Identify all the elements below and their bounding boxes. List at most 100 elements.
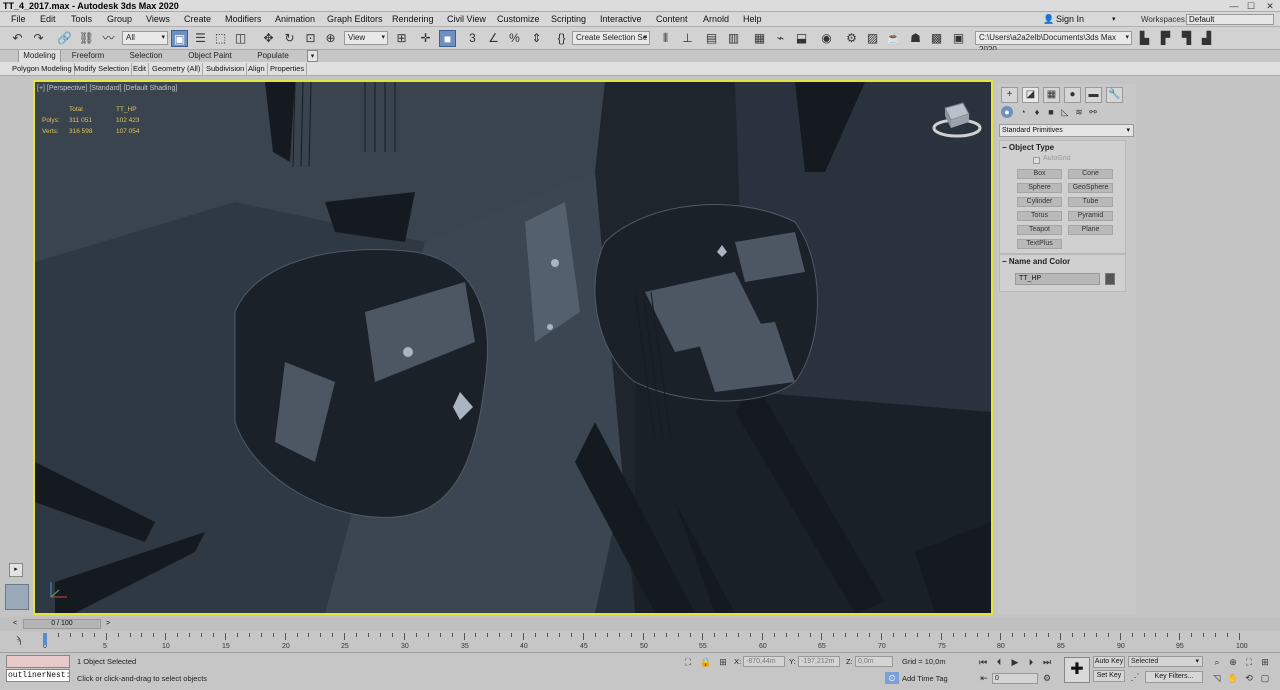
edit-named-selection-icon[interactable]: {} — [553, 30, 570, 47]
time-slider-thumb[interactable]: 0 / 100 — [23, 619, 101, 629]
tab-modeling[interactable]: Modeling — [18, 50, 61, 62]
project-folder-select[interactable]: C:\Users\a2a2elb\Documents\3ds Max 2020▾ — [975, 31, 1132, 54]
reference-coord-select[interactable]: View ▾ — [344, 31, 388, 45]
object-type-title[interactable]: − Object Type — [1002, 142, 1054, 154]
spacewarps-icon[interactable]: ≋ — [1073, 106, 1085, 118]
timeline-ruler[interactable]: 0 5 10 15 20 25 30 35 40 45 50 55 60 65 70 75 80 85 90 95 10… — [43, 633, 1248, 653]
workspace-select[interactable]: Default — [1186, 14, 1274, 25]
goto-end-icon[interactable]: ⏭ — [1040, 656, 1054, 668]
menu-arnold[interactable]: Arnold — [703, 12, 729, 27]
time-config-icon[interactable]: ⚙ — [1040, 672, 1054, 684]
menu-tools[interactable]: Tools — [71, 12, 92, 27]
menu-group[interactable]: Group — [107, 12, 132, 27]
ribbon-edit[interactable]: Edit — [131, 63, 149, 75]
hierarchy-tab-icon[interactable]: ▦ — [1043, 87, 1060, 103]
cylinder-button[interactable]: Cylinder — [1017, 197, 1062, 207]
ribbon-align[interactable]: Align — [246, 63, 268, 75]
render-iterative-icon[interactable]: ☗ — [907, 30, 924, 47]
tube-button[interactable]: Tube — [1068, 197, 1113, 207]
field-of-view-icon[interactable]: ◹ — [1210, 672, 1224, 684]
render-setup-icon[interactable]: ⚙ — [843, 30, 860, 47]
z-coordinate-field[interactable]: 0,0m — [855, 656, 893, 667]
menu-file[interactable]: File — [11, 12, 26, 27]
render-production-icon[interactable]: ☕ — [885, 30, 902, 47]
maxscript-listener-pink[interactable] — [6, 655, 70, 668]
key-tangent-icon[interactable]: ⋰ — [1128, 671, 1142, 683]
set-key-button[interactable]: Set Key — [1093, 670, 1125, 682]
maxscript-input[interactable]: outlinerNest: — [6, 669, 70, 682]
display-tab-icon[interactable]: ▬ — [1085, 87, 1102, 103]
ribbon-geometry-all[interactable]: Geometry (All) — [150, 63, 204, 75]
ribbon-modify-selection[interactable]: Modify Selection — [72, 63, 133, 75]
orbit-icon[interactable]: ⟲ — [1242, 672, 1256, 684]
placement-icon[interactable]: ⊕ — [322, 30, 339, 47]
create-tab-icon[interactable]: + — [1001, 87, 1018, 103]
goto-start-icon[interactable]: ⏮ — [976, 656, 990, 668]
mirror-icon[interactable]: ⫴ — [657, 30, 674, 47]
set-key-big-icon[interactable]: ✚ — [1064, 657, 1090, 683]
align-icon[interactable]: ⊥ — [679, 30, 696, 47]
time-tag-icon[interactable]: ⏲ — [885, 672, 899, 684]
time-slider[interactable]: < 0 / 100 > — [0, 617, 1280, 631]
rotate-icon[interactable]: ↻ — [281, 30, 298, 47]
systems-icon[interactable]: ⚯ — [1087, 106, 1099, 118]
ribbon-polygon-modeling[interactable]: Polygon Modeling — [10, 63, 75, 75]
sign-in-button[interactable]: Sign In — [1056, 12, 1084, 27]
undo-icon[interactable]: ↶ — [9, 30, 26, 47]
select-object-icon[interactable]: ▣ — [171, 30, 188, 47]
menu-rendering[interactable]: Rendering — [392, 12, 434, 27]
menu-help[interactable]: Help — [743, 12, 762, 27]
ribbon-subdivision[interactable]: Subdivision — [204, 63, 248, 75]
curve-editor-mini-icon[interactable]: ϡ — [16, 635, 21, 645]
named-selection-select[interactable]: Create Selection Se ▾ — [572, 31, 650, 45]
ribbon-options-icon[interactable]: ▾ — [307, 50, 318, 62]
tab-object-paint[interactable]: Object Paint — [185, 50, 235, 62]
menu-civil-view[interactable]: Civil View — [447, 12, 486, 27]
menu-graph-editors[interactable]: Graph Editors — [327, 12, 383, 27]
angle-snap-icon[interactable]: ∠ — [485, 30, 502, 47]
user-icon[interactable]: 👤 — [1043, 12, 1054, 27]
menu-content[interactable]: Content — [656, 12, 688, 27]
window-crossing-icon[interactable]: ◫ — [232, 30, 249, 47]
rendered-frame-icon[interactable]: ▨ — [864, 30, 881, 47]
current-frame-field[interactable]: 0 — [992, 673, 1038, 684]
bind-spacewarp-icon[interactable]: 〰 — [100, 30, 117, 47]
zoom-extents-icon[interactable]: ⛶ — [1242, 656, 1256, 668]
pivot-center-icon[interactable]: ⊞ — [393, 30, 410, 47]
tab-populate[interactable]: Populate — [254, 50, 292, 62]
cone-button[interactable]: Cone — [1068, 169, 1113, 179]
project-save-icon[interactable]: ▛ — [1157, 30, 1174, 47]
utilities-tab-icon[interactable]: 🔧 — [1106, 87, 1123, 103]
layer-explorer-icon[interactable]: ▥ — [725, 30, 742, 47]
curve-editor-icon[interactable]: ⌁ — [772, 30, 789, 47]
key-filters-button[interactable]: Key Filters... — [1145, 671, 1203, 683]
primitive-category-select[interactable]: Standard Primitives ▾ — [999, 124, 1134, 137]
rect-selection-icon[interactable]: ⬚ — [212, 30, 229, 47]
time-prev-icon[interactable]: < — [10, 619, 20, 629]
select-by-name-icon[interactable]: ☰ — [192, 30, 209, 47]
autogrid-checkbox[interactable] — [1033, 157, 1040, 164]
sphere-button[interactable]: Sphere — [1017, 183, 1062, 193]
unlink-icon[interactable]: ⛓ — [78, 30, 95, 47]
zoom-extents-all-icon[interactable]: ⊞ — [1258, 656, 1272, 668]
redo-icon[interactable]: ↷ — [30, 30, 47, 47]
render-tools-icon[interactable]: ▩ — [928, 30, 945, 47]
lights-icon[interactable]: ♦ — [1031, 106, 1043, 118]
plane-button[interactable]: Plane — [1068, 225, 1113, 235]
lock-selection-icon[interactable]: 🔒 — [699, 656, 713, 668]
chevron-down-icon[interactable]: ▾ — [1112, 12, 1116, 27]
box-button[interactable]: Box — [1017, 169, 1062, 179]
name-and-color-title[interactable]: − Name and Color — [1002, 256, 1070, 268]
viewport-layout-icon[interactable] — [5, 584, 29, 610]
shapes-icon[interactable]: ◔ — [1017, 106, 1029, 118]
scale-icon[interactable]: ⊡ — [302, 30, 319, 47]
render-in-cloud-icon[interactable]: ▣ — [950, 30, 967, 47]
auto-key-button[interactable]: Auto Key — [1093, 656, 1125, 668]
key-mode-select[interactable]: Selected ▾ — [1128, 656, 1203, 667]
helpers-icon[interactable]: ◺ — [1059, 106, 1071, 118]
key-mode-icon[interactable]: ⇤ — [977, 672, 991, 684]
expand-arrow-icon[interactable]: ▸ — [9, 563, 23, 577]
menu-views[interactable]: Views — [146, 12, 170, 27]
geometry-icon[interactable]: ● — [1001, 106, 1013, 118]
minimize-button[interactable]: — — [1226, 0, 1242, 12]
